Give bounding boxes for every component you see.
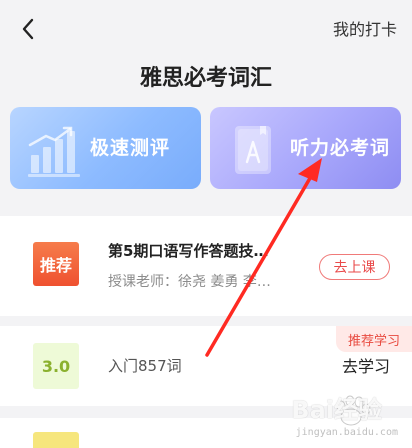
book-icon xyxy=(235,126,271,174)
recommended-study-tag: 推荐学习 xyxy=(336,326,412,352)
next-level-badge xyxy=(33,432,79,448)
course-title: 第5期口语写作答题技… xyxy=(108,242,269,260)
chevron-left-icon xyxy=(22,18,34,40)
quick-assessment-card[interactable]: 极速测评 xyxy=(10,107,201,189)
go-to-class-button[interactable]: 去上课 xyxy=(319,254,390,280)
listening-vocab-card[interactable]: 听力必考词 xyxy=(210,107,401,189)
course-row[interactable]: 推荐 第5期口语写作答题技… 授课老师：徐尧 姜勇 李… 去上课 xyxy=(0,216,412,316)
quick-assessment-label: 极速测评 xyxy=(90,137,171,159)
back-button[interactable] xyxy=(16,17,40,41)
my-checkin-link[interactable]: 我的打卡 xyxy=(333,20,397,40)
go-study-button[interactable]: 去学习 xyxy=(342,356,390,378)
top-bar: 我的打卡 xyxy=(0,0,412,60)
listening-vocab-label: 听力必考词 xyxy=(290,137,391,159)
recommend-badge: 推荐 xyxy=(33,242,79,286)
bar-chart-up-icon xyxy=(28,126,80,177)
course-teacher: 授课老师：徐尧 姜勇 李… xyxy=(108,274,271,290)
level-badge: 3.0 xyxy=(33,343,79,389)
page-title: 雅思必考词汇 xyxy=(139,66,272,91)
baidu-paw-icon xyxy=(336,395,371,426)
vocab-count: 入门857词 xyxy=(108,357,182,375)
